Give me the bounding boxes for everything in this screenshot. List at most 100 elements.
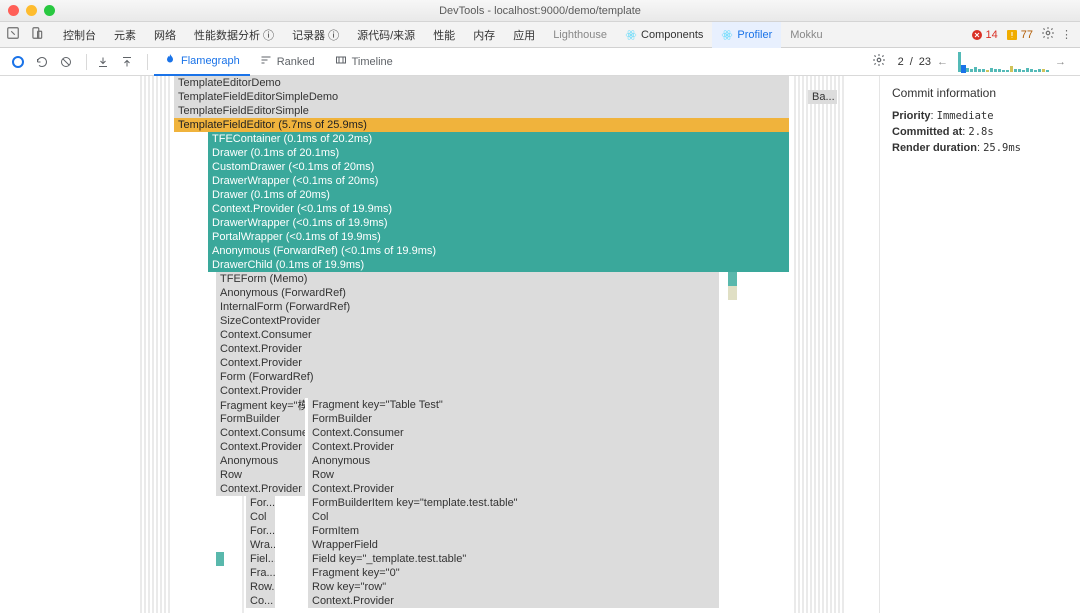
flame-row[interactable]: DrawerChild (0.1ms of 19.9ms) [208, 258, 790, 272]
flame-row[interactable]: Context.Provider (<0.1ms of 19.9ms) [208, 202, 790, 216]
tab-memory[interactable]: 内存 [464, 22, 504, 48]
commit-bar[interactable] [1014, 69, 1017, 72]
flame-row[interactable]: DrawerWrapper (<0.1ms of 20ms) [208, 174, 790, 188]
pager-next[interactable]: → [1055, 56, 1066, 68]
commit-bar[interactable] [970, 69, 973, 72]
tab-lighthouse[interactable]: Lighthouse [544, 22, 616, 48]
tab-application[interactable]: 应用 [504, 22, 544, 48]
flame-row[interactable]: Context.Provider [216, 356, 720, 370]
commit-bar[interactable] [1042, 69, 1045, 72]
close-window-button[interactable] [8, 5, 19, 16]
flame-row[interactable]: Drawer (0.1ms of 20.1ms) [208, 146, 790, 160]
flame-row[interactable]: Anonymous (ForwardRef) [216, 286, 720, 300]
flame-row[interactable] [728, 272, 738, 286]
flame-row[interactable]: TFEContainer (0.1ms of 20.2ms) [208, 132, 790, 146]
flame-row[interactable]: Context.Provider [216, 384, 720, 398]
commit-bar[interactable] [1006, 70, 1009, 72]
reload-button[interactable] [32, 52, 52, 72]
flame-row[interactable]: TemplateFieldEditorSimple [174, 104, 790, 118]
flame-row[interactable]: FormBuilder [308, 412, 720, 426]
flame-row[interactable]: TemplateFieldEditor (5.7ms of 25.9ms) [174, 118, 790, 132]
minimize-window-button[interactable] [26, 5, 37, 16]
flame-row[interactable]: Context.Provider [216, 440, 306, 454]
flame-row[interactable]: For... [246, 524, 276, 538]
flame-row[interactable]: WrapperField [308, 538, 720, 552]
settings-icon[interactable] [1041, 26, 1055, 43]
flame-row[interactable]: Form (ForwardRef) [216, 370, 720, 384]
tab-perf-insights[interactable]: 性能数据分析 ⓘ [185, 22, 283, 48]
flame-row[interactable]: SizeContextProvider [216, 314, 720, 328]
commit-minichart[interactable] [958, 52, 1049, 72]
flame-row[interactable]: Context.Consumer [216, 426, 306, 440]
commit-bar[interactable] [974, 67, 977, 72]
flame-row[interactable]: FormBuilder [216, 412, 306, 426]
tab-mokku[interactable]: Mokku [781, 22, 831, 48]
commit-bar[interactable] [1002, 70, 1005, 72]
flame-row[interactable]: CustomDrawer (<0.1ms of 20ms) [208, 160, 790, 174]
flame-row[interactable]: TemplateFieldEditorSimpleDemo [174, 90, 790, 104]
commit-bar[interactable] [1022, 70, 1025, 72]
flame-row[interactable]: Anonymous [216, 454, 306, 468]
flame-row[interactable]: Wra... [246, 538, 276, 552]
commit-bar[interactable] [1030, 69, 1033, 72]
flame-row[interactable] [728, 286, 738, 300]
flame-row[interactable]: Anonymous (ForwardRef) (<0.1ms of 19.9ms… [208, 244, 790, 258]
flame-row[interactable]: TFEForm (Memo) [216, 272, 720, 286]
commit-bar[interactable] [1038, 69, 1041, 72]
tab-network[interactable]: 网络 [145, 22, 185, 48]
flame-row[interactable]: Context.Consumer [308, 426, 720, 440]
flame-row[interactable]: Fragment key="0" [308, 566, 720, 580]
flamegraph-panel[interactable]: TemplateEditorDemoTemplateFieldEditorSim… [0, 76, 880, 613]
error-count[interactable]: 14 [971, 29, 998, 41]
commit-bar[interactable] [958, 52, 961, 72]
flame-row[interactable]: FormBuilderItem key="template.test.table… [308, 496, 720, 510]
flame-row[interactable]: For... [246, 496, 276, 510]
flame-row[interactable]: Fragment key="Table Test" [308, 398, 720, 412]
flame-row[interactable]: InternalForm (ForwardRef) [216, 300, 720, 314]
warning-count[interactable]: 77 [1006, 29, 1033, 41]
flame-row[interactable]: Row key="row" [308, 580, 720, 594]
tab-profiler[interactable]: Profiler [712, 22, 781, 48]
commit-bar[interactable] [1018, 69, 1021, 72]
flame-row[interactable]: Context.Provider [216, 342, 720, 356]
flame-row[interactable]: Fiel... [246, 552, 276, 566]
zoom-window-button[interactable] [44, 5, 55, 16]
flame-row[interactable]: Context.Provider [308, 440, 720, 454]
flame-row[interactable]: Row [308, 468, 720, 482]
flame-row[interactable]: DrawerWrapper (<0.1ms of 19.9ms) [208, 216, 790, 230]
commit-bar[interactable] [994, 69, 997, 72]
commit-bar[interactable] [998, 69, 1001, 72]
flame-row[interactable]: Fragment key="模... [216, 398, 306, 412]
record-button[interactable] [8, 52, 28, 72]
tab-elements[interactable]: 元素 [105, 22, 145, 48]
commit-bar[interactable] [990, 68, 993, 72]
commit-bar[interactable] [986, 70, 989, 72]
flame-row[interactable]: Anonymous [308, 454, 720, 468]
flame-row[interactable]: Ba... [808, 90, 838, 104]
clear-button[interactable] [56, 52, 76, 72]
commit-bar[interactable] [1034, 70, 1037, 72]
flame-row[interactable] [216, 552, 225, 566]
pager-prev[interactable]: ← [937, 56, 948, 68]
commit-bar[interactable] [966, 68, 969, 72]
commit-bar[interactable] [1046, 70, 1049, 72]
commit-bar[interactable] [982, 69, 985, 72]
save-button[interactable] [117, 52, 137, 72]
flame-row[interactable]: TemplateEditorDemo [174, 76, 790, 90]
commit-bar[interactable] [1026, 68, 1029, 72]
view-flamegraph[interactable]: Flamegraph [154, 48, 250, 76]
device-icon[interactable] [30, 26, 44, 43]
flame-row[interactable]: Context.Provider [308, 594, 720, 608]
profiler-settings-icon[interactable] [872, 53, 886, 70]
flame-row[interactable]: Context.Provider [308, 482, 720, 496]
more-icon[interactable]: ⋮ [1061, 28, 1072, 41]
load-button[interactable] [93, 52, 113, 72]
view-ranked[interactable]: Ranked [250, 48, 325, 76]
flame-row[interactable]: Context.Consumer [216, 328, 720, 342]
commit-bar[interactable] [1010, 66, 1013, 72]
commit-bar[interactable] [962, 66, 965, 72]
flame-row[interactable]: Co... [246, 594, 276, 608]
flame-row[interactable]: Fra... [246, 566, 276, 580]
inspect-icon[interactable] [6, 26, 20, 43]
commit-bar[interactable] [978, 69, 981, 72]
